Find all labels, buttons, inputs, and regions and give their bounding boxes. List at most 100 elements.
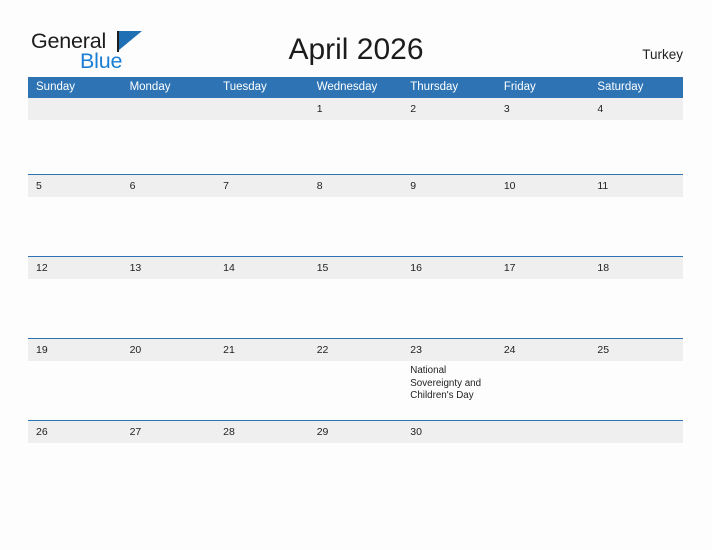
day-event [496, 279, 590, 283]
calendar-day-cell[interactable]: 20 [121, 338, 216, 421]
day-number: 1 [308, 98, 403, 120]
day-number: 10 [495, 175, 590, 197]
calendar-body: 1 2 3 4 5 6 7 8 9 10 11 12 13 14 15 16 1… [28, 98, 683, 447]
calendar-day-cell[interactable] [121, 98, 216, 175]
day-event [402, 197, 496, 201]
weekday-header-thursday: Thursday [402, 77, 496, 98]
calendar-day-cell[interactable]: 10 [495, 174, 590, 257]
weekday-header-saturday: Saturday [589, 77, 683, 98]
calendar-day-cell[interactable]: 6 [121, 174, 216, 257]
calendar-day-cell[interactable]: 22 [308, 338, 403, 421]
day-number [28, 98, 122, 120]
day-number [121, 98, 216, 120]
day-number: 25 [589, 339, 683, 361]
day-number: 4 [589, 98, 683, 120]
day-event [496, 361, 590, 365]
day-event [28, 443, 122, 447]
calendar-day-cell[interactable]: 14 [215, 256, 309, 339]
day-event [122, 197, 216, 201]
day-event [309, 197, 403, 201]
calendar-day-cell[interactable]: 19 [28, 338, 122, 421]
day-event [496, 443, 590, 447]
day-number: 23 [402, 339, 496, 361]
calendar-day-cell[interactable]: 29 [308, 420, 403, 447]
day-number: 7 [215, 175, 309, 197]
day-event [215, 361, 309, 365]
calendar-day-cell[interactable]: 18 [589, 256, 683, 339]
calendar-week-row: 12 13 14 15 16 17 18 [28, 256, 683, 339]
day-event [28, 279, 122, 283]
day-event [122, 443, 216, 447]
day-event [122, 361, 216, 365]
weekday-header-monday: Monday [121, 77, 216, 98]
day-number: 28 [215, 421, 309, 443]
day-number: 19 [28, 339, 122, 361]
calendar-day-cell[interactable]: 12 [28, 256, 122, 339]
page-header: General Blue April 2026 Turkey [0, 0, 712, 75]
calendar-week-row: 19 20 21 22 23 National Sovereignty and C… [28, 338, 683, 421]
weekday-header-wednesday: Wednesday [308, 77, 403, 98]
calendar-day-cell[interactable]: 4 [589, 98, 683, 175]
day-event [28, 120, 122, 124]
calendar-day-cell[interactable]: 7 [215, 174, 309, 257]
day-event [215, 197, 309, 201]
day-number: 17 [495, 257, 590, 279]
calendar-day-cell[interactable]: 5 [28, 174, 122, 257]
day-event [28, 361, 122, 365]
day-event [589, 443, 683, 447]
day-event [402, 443, 496, 447]
day-number: 6 [121, 175, 216, 197]
calendar-day-cell[interactable]: 17 [495, 256, 590, 339]
day-event [496, 120, 590, 124]
day-event [589, 120, 683, 124]
calendar-day-cell[interactable]: 13 [121, 256, 216, 339]
day-number: 21 [215, 339, 309, 361]
day-event [122, 120, 216, 124]
calendar-day-cell[interactable]: 30 [402, 420, 496, 447]
day-number: 12 [28, 257, 122, 279]
weekday-header-sunday: Sunday [28, 77, 122, 98]
day-event [589, 361, 683, 365]
calendar-day-cell[interactable]: 24 [495, 338, 590, 421]
calendar-day-cell[interactable] [215, 98, 309, 175]
calendar-day-cell[interactable] [589, 420, 683, 447]
calendar-day-cell[interactable]: 27 [121, 420, 216, 447]
calendar-day-cell[interactable]: 8 [308, 174, 403, 257]
day-number: 13 [121, 257, 216, 279]
day-number: 3 [495, 98, 590, 120]
calendar-day-cell[interactable]: 21 [215, 338, 309, 421]
calendar-day-cell[interactable]: 1 [308, 98, 403, 175]
day-number: 24 [495, 339, 590, 361]
day-number [495, 421, 590, 443]
day-number: 5 [28, 175, 122, 197]
calendar-day-cell[interactable]: 28 [215, 420, 309, 447]
day-number: 11 [589, 175, 683, 197]
page-title: April 2026 [288, 33, 424, 66]
day-event: National Sovereignty and Children's Day [410, 365, 482, 402]
day-number [589, 421, 683, 443]
calendar-day-cell[interactable] [28, 98, 122, 175]
day-event [215, 279, 309, 283]
calendar-day-cell[interactable]: 26 [28, 420, 122, 447]
calendar-day-cell[interactable]: 11 [589, 174, 683, 257]
calendar-week-row: 1 2 3 4 [28, 98, 683, 175]
day-number: 14 [215, 257, 309, 279]
calendar-week-row: 5 6 7 8 9 10 11 [28, 174, 683, 257]
calendar-day-cell[interactable]: 15 [308, 256, 403, 339]
calendar-day-cell[interactable] [495, 420, 590, 447]
day-event [402, 279, 496, 283]
calendar-day-cell[interactable]: 16 [402, 256, 496, 339]
calendar-day-cell[interactable]: 23 National Sovereignty and Children's Da… [402, 338, 496, 421]
calendar-day-cell[interactable]: 2 [402, 98, 496, 175]
calendar-day-cell[interactable]: 9 [402, 174, 496, 257]
day-event [215, 443, 309, 447]
calendar-day-cell[interactable]: 25 [589, 338, 683, 421]
calendar-day-cell[interactable]: 3 [495, 98, 590, 175]
day-event [309, 443, 403, 447]
day-event [589, 197, 683, 201]
day-event [28, 197, 122, 201]
day-number [215, 98, 309, 120]
day-number: 16 [402, 257, 496, 279]
day-event [309, 279, 403, 283]
day-number: 8 [308, 175, 403, 197]
